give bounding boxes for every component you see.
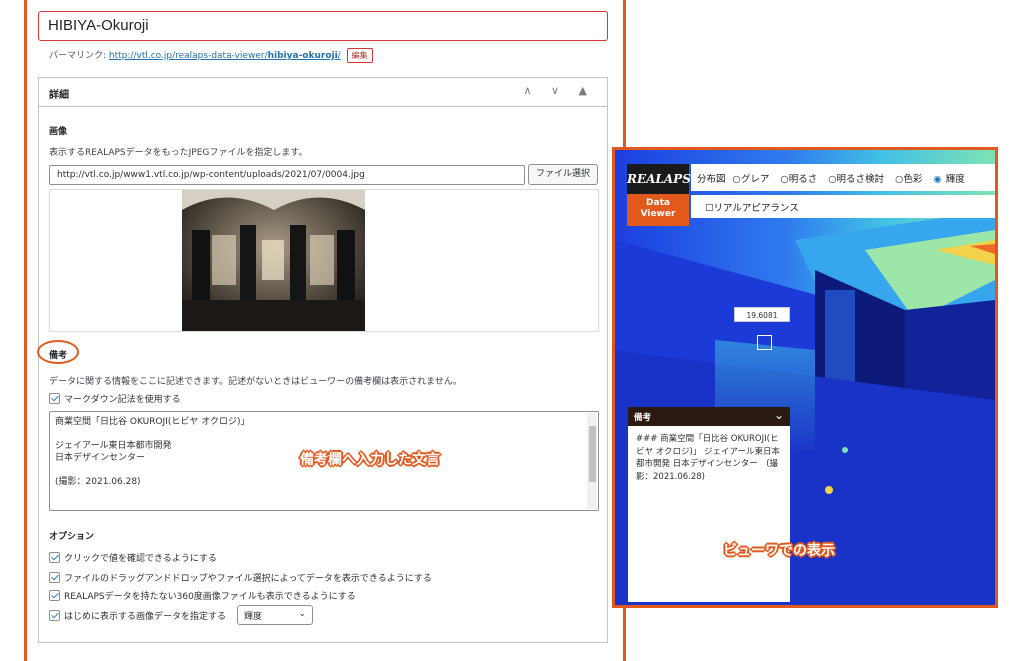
textarea-line: (撮影：2021.06.28) — [55, 477, 141, 487]
radio-label: 明るさ — [788, 174, 818, 185]
permalink-base: http://vtl.co.jp/realaps-data-viewer/ — [108, 51, 268, 61]
markdown-checkbox-label: マークダウン記法を使用する — [64, 395, 181, 405]
crosshair-marker — [757, 335, 772, 350]
option-label: はじめに表示する画像データを指定する — [64, 612, 227, 622]
realaps-viewer[interactable]: REALAPS Data Viewer 分布図 ○グレア ○明るさ ○明るさ検討… — [612, 147, 998, 608]
radio-luminance[interactable]: ◉ 輝度 — [933, 174, 968, 185]
option-row[interactable]: REALAPSデータを持たない360度画像ファイルも表示できるようにする — [49, 589, 356, 602]
radio-label: 輝度 — [945, 174, 965, 185]
select-value: 輝度 — [244, 612, 263, 622]
value-readout: 19.6081 — [734, 307, 790, 322]
logo-subtitle-line: Data — [646, 198, 670, 208]
orange-frame-right — [623, 0, 626, 150]
option-label: ファイルのドラッグアンドドロップやファイル選択によってデータを表示できるようにす… — [64, 574, 432, 584]
radio-label: グレア — [740, 174, 770, 185]
realaps-logo: REALAPS Data Viewer — [627, 164, 691, 226]
orange-frame-left — [24, 0, 27, 661]
option-checkbox[interactable] — [49, 572, 60, 583]
post-title-input[interactable]: HIBIYA-Okuroji — [38, 11, 608, 41]
radio-label: 色彩 — [903, 174, 923, 185]
viewer-notes-title: 備考 — [634, 413, 652, 423]
option-row[interactable]: はじめに表示する画像データを指定する — [49, 609, 226, 622]
file-select-button[interactable]: ファイル選択 — [528, 164, 598, 185]
options-section-label: オプション — [49, 532, 95, 542]
logo-wordmark: REALAPS — [627, 164, 691, 194]
real-appearance-checkbox[interactable]: ☐リアルアピアランス — [691, 195, 995, 218]
annotation-notes-input: 備考欄へ入力した文言 — [300, 452, 440, 468]
textarea-line — [55, 428, 593, 440]
mode-label: 分布図 — [697, 174, 726, 185]
panorama-thumbnail — [182, 190, 365, 331]
chevron-down-icon[interactable]: ⌄ — [774, 408, 784, 422]
viewer-notes-panel: 備考 ⌄ ### 商業空間「日比谷 OKUROJI(ヒビヤ オクロジ)」 ジェイ… — [628, 407, 790, 602]
markdown-checkbox[interactable] — [49, 393, 60, 404]
option-row[interactable]: ファイルのドラッグアンドドロップやファイル選択によってデータを表示できるようにす… — [49, 571, 432, 584]
viewer-notes-header[interactable]: 備考 ⌄ — [628, 407, 790, 426]
radio-brightness-study[interactable]: ○明るさ検討 — [828, 174, 888, 185]
markdown-checkbox-row[interactable]: マークダウン記法を使用する — [49, 392, 181, 405]
radio-glare[interactable]: ○グレア — [733, 174, 774, 185]
initial-image-select[interactable]: 輝度 ⌄ — [237, 605, 313, 625]
logo-subtitle-line: Viewer — [640, 209, 676, 219]
option-label: クリックで値を確認できるようにする — [64, 554, 217, 564]
permalink-row: パーマリンク: http://vtl.co.jp/realaps-data-vi… — [49, 48, 373, 63]
orange-frame-right-bottom — [623, 606, 626, 661]
radio-brightness[interactable]: ○明るさ — [780, 174, 821, 185]
option-checkbox[interactable] — [49, 590, 60, 601]
chevron-down-icon: ⌄ — [298, 609, 306, 619]
permalink-link[interactable]: http://vtl.co.jp/realaps-data-viewer/hib… — [109, 51, 341, 61]
mode-radio-group: 分布図 ○グレア ○明るさ ○明るさ検討 ○色彩 ◉ 輝度 — [691, 164, 995, 191]
notes-section-label: 備考 — [49, 351, 68, 361]
permalink-slug: hibiya-okuroji — [267, 51, 338, 61]
permalink-trail: / — [337, 51, 341, 61]
option-checkbox[interactable] — [49, 610, 60, 621]
radio-color[interactable]: ○色彩 — [895, 174, 926, 185]
metabox-controls[interactable]: ∧ ∨ ▲ — [523, 84, 595, 97]
textarea-line: 商業空間「日比谷 OKUROJI(ヒビヤ オクロジ)」 — [55, 417, 250, 427]
viewer-notes-body: ### 商業空間「日比谷 OKUROJI(ヒビヤ オクロジ)」 ジェイアール東日… — [636, 434, 781, 482]
logo-subtitle: Data Viewer — [627, 194, 689, 226]
annotation-viewer-display: ビューワでの表示 — [723, 543, 835, 559]
metabox-header: 詳細 ∧ ∨ ▲ — [39, 78, 607, 107]
option-label: REALAPSデータを持たない360度画像ファイルも表示できるようにする — [64, 592, 356, 602]
permalink-label: パーマリンク: — [49, 51, 107, 61]
image-section-description: 表示するREALAPSデータをもったJPEGファイルを指定します。 — [49, 148, 308, 158]
textarea-scroll-thumb[interactable] — [589, 426, 596, 482]
radio-label: 明るさ検討 — [836, 174, 885, 185]
real-appearance-label: リアルアピアランス — [713, 203, 799, 214]
metabox-title: 詳細 — [49, 90, 69, 101]
notes-section-description: データに関する情報をここに記述できます。記述がないときはビューワーの備考欄は表示… — [49, 377, 462, 387]
image-section-label: 画像 — [49, 127, 68, 137]
option-row[interactable]: クリックで値を確認できるようにする — [49, 551, 217, 564]
option-checkbox[interactable] — [49, 552, 60, 563]
permalink-edit-button[interactable]: 編集 — [346, 48, 373, 63]
image-url-input[interactable]: http://vtl.co.jp/www1.vtl.co.jp/wp-conte… — [49, 165, 525, 185]
